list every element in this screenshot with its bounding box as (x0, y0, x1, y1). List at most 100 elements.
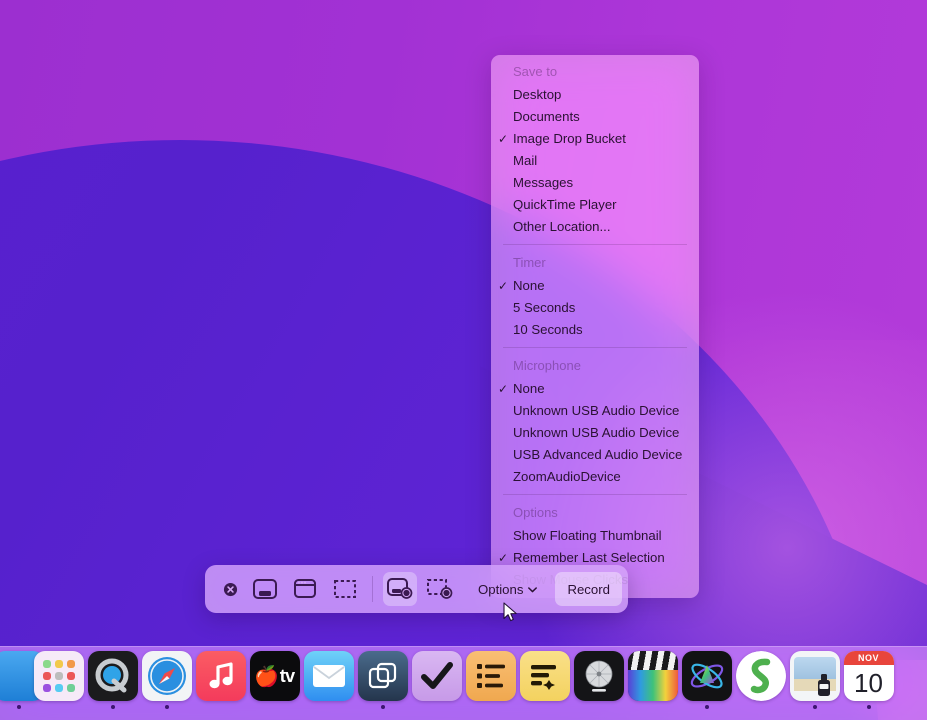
capture-entire-screen-button[interactable] (248, 572, 282, 606)
menu-item-label: Desktop (513, 87, 561, 102)
selection-record-icon (426, 577, 454, 601)
chevron-down-icon (528, 586, 537, 595)
window-icon (292, 578, 318, 600)
calendar-icon: NOV10 (844, 651, 894, 701)
menu-item-label: Messages (513, 175, 573, 190)
menu-item[interactable]: Show Floating Thumbnail (491, 525, 699, 547)
launchpad-icon (34, 651, 84, 701)
dock-item-omniplan[interactable] (518, 651, 572, 711)
menu-item[interactable]: USB Advanced Audio Device (491, 444, 699, 466)
menu-item-label: Unknown USB Audio Device (513, 403, 679, 418)
dock-item-apple-tv[interactable]: 🍎tv (248, 651, 302, 711)
menu-item[interactable]: Mail (491, 150, 699, 172)
toolbar-divider (372, 576, 373, 602)
apple-tv-icon: 🍎tv (250, 651, 300, 701)
dock-item-preview[interactable] (788, 651, 842, 711)
dock-item-things[interactable] (410, 651, 464, 711)
dock: 🍎tv NOV10 (0, 646, 927, 720)
menu-item[interactable]: 5 Seconds (491, 297, 699, 319)
menu-separator (503, 347, 687, 348)
menu-item[interactable]: Messages (491, 172, 699, 194)
menu-item[interactable]: ✓None (491, 275, 699, 297)
menu-item-label: ZoomAudioDevice (513, 469, 621, 484)
capture-selected-portion-button[interactable] (328, 572, 362, 606)
options-button[interactable]: Options (466, 572, 549, 606)
menu-item[interactable]: Desktop (491, 84, 699, 106)
logic-pro-icon (574, 651, 624, 701)
menu-item-label: QuickTime Player (513, 197, 617, 212)
running-indicator-dot (705, 705, 709, 709)
close-circle-icon[interactable] (217, 576, 243, 602)
menu-item-label: Remember Last Selection (513, 550, 665, 565)
running-indicator-dot (165, 705, 169, 709)
menu-item[interactable]: Unknown USB Audio Device (491, 422, 699, 444)
chevron-down-glyph (528, 587, 537, 593)
menu-item[interactable]: ✓None (491, 378, 699, 400)
menu-item-label: 5 Seconds (513, 300, 575, 315)
dock-item-motion[interactable] (680, 651, 734, 711)
menu-item-label: Documents (513, 109, 580, 124)
dock-item-screenshot[interactable] (356, 651, 410, 711)
menu-item-label: USB Advanced Audio Device (513, 447, 682, 462)
menu-item[interactable]: Other Location... (491, 216, 699, 238)
record-button[interactable]: Record (555, 572, 622, 606)
omnioutliner-icon (466, 651, 516, 701)
final-cut-pro-icon (628, 651, 678, 701)
running-indicator-dot (111, 705, 115, 709)
running-indicator-dot (867, 705, 871, 709)
screenshot-icon (358, 651, 408, 701)
menu-section-title: Save to (491, 60, 699, 84)
menu-item-label: Unknown USB Audio Device (513, 425, 679, 440)
running-indicator-dot (17, 705, 21, 709)
menu-item[interactable]: 10 Seconds (491, 319, 699, 341)
menu-section-title: Options (491, 501, 699, 525)
menu-section-title: Timer (491, 251, 699, 275)
running-indicator-dot (381, 705, 385, 709)
dock-item-calendar[interactable]: NOV10 (842, 651, 896, 711)
menu-item[interactable]: QuickTime Player (491, 194, 699, 216)
record-selected-portion-button[interactable] (423, 572, 457, 606)
dock-item-omnioutliner[interactable] (464, 651, 518, 711)
running-indicator-dot (813, 705, 817, 709)
preview-icon (790, 651, 840, 701)
record-entire-screen-button[interactable] (383, 572, 417, 606)
music-icon (196, 651, 246, 701)
checkmark-icon: ✓ (498, 378, 510, 400)
dock-item-mail[interactable] (302, 651, 356, 711)
capture-selected-window-button[interactable] (288, 572, 322, 606)
mail-icon (304, 651, 354, 701)
dock-item-screenflow[interactable] (734, 651, 788, 711)
screenshot-toolbar: Options Record (205, 565, 628, 613)
menu-section-title: Microphone (491, 354, 699, 378)
close-circle-glyph (223, 582, 238, 597)
checkmark-icon: ✓ (498, 128, 510, 150)
menu-item-label: Other Location... (513, 219, 611, 234)
menu-item[interactable]: ZoomAudioDevice (491, 466, 699, 488)
menu-item-label: Mail (513, 153, 537, 168)
screen-record-icon (386, 577, 414, 601)
menu-item[interactable]: Unknown USB Audio Device (491, 400, 699, 422)
screenshot-options-menu: Save to Desktop Documents ✓Image Drop Bucke… (491, 55, 699, 598)
motion-icon (682, 651, 732, 701)
selection-icon (332, 578, 358, 600)
things-icon (412, 651, 462, 701)
dock-item-quicktime-player[interactable] (86, 651, 140, 711)
dock-item-logic-pro[interactable] (572, 651, 626, 711)
safari-icon (142, 651, 192, 701)
dock-item-final-cut-pro[interactable] (626, 651, 680, 711)
screen-icon (252, 578, 278, 600)
menu-separator (503, 244, 687, 245)
menu-item[interactable]: Documents (491, 106, 699, 128)
dock-item-launchpad[interactable] (32, 651, 86, 711)
checkmark-icon: ✓ (498, 275, 510, 297)
menu-item-label: None (513, 381, 545, 396)
quicktime-player-icon (88, 651, 138, 701)
options-button-label: Options (478, 582, 523, 597)
desktop-screen: Save to Desktop Documents ✓Image Drop Bucke… (0, 0, 927, 720)
menu-item[interactable]: ✓Image Drop Bucket (491, 128, 699, 150)
dock-item-finder[interactable] (6, 651, 32, 711)
dock-item-music[interactable] (194, 651, 248, 711)
dock-item-safari[interactable] (140, 651, 194, 711)
menu-item-label: 10 Seconds (513, 322, 583, 337)
record-button-label: Record (567, 582, 610, 597)
